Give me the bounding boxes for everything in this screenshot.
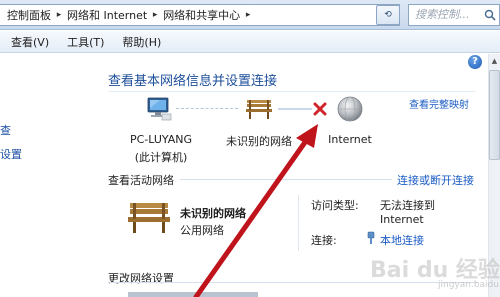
divider (298, 195, 299, 251)
full-map-link[interactable]: 查看完整映射 (409, 96, 469, 111)
chevron-right-icon[interactable]: ▸ (150, 10, 160, 20)
active-network-name[interactable]: 未识别的网络 (180, 205, 246, 221)
access-type-value: 无法连接到 (380, 199, 435, 212)
x-mark-icon[interactable] (313, 102, 327, 116)
refresh-icon: ⟲ (384, 10, 392, 20)
pc-sub-label: (此计算机) (134, 151, 188, 164)
address-bar: 控制面板 ▸ 网络和 Internet ▸ 网络和共享中心 ▸ ▼ ⟲ 搜索控制… (0, 0, 500, 30)
computer-icon[interactable] (146, 97, 172, 121)
divider (108, 282, 478, 283)
refresh-button[interactable]: ⟲ (376, 5, 400, 25)
help-icon[interactable]: ? (468, 55, 482, 69)
network-label: 未识别的网络 (226, 135, 292, 148)
section-change-settings: 更改网络设置 (108, 272, 174, 285)
breadcrumb[interactable]: 控制面板 ▸ 网络和 Internet ▸ 网络和共享中心 ▸ ▼ (0, 4, 400, 26)
setting-row-cutoff[interactable] (128, 292, 258, 297)
internet-label: Internet (328, 133, 372, 146)
menu-bar: 查看(V) 工具(T) 帮助(H) (0, 31, 500, 53)
breadcrumb-sharing-center[interactable]: 网络和共享中心 (160, 7, 243, 23)
divider (180, 179, 392, 180)
nav-link-view[interactable]: 查 (0, 122, 11, 138)
globe-icon[interactable] (337, 96, 363, 122)
scrollbar-thumb[interactable] (489, 70, 500, 160)
pc-name-label: PC-LUYANG (129, 133, 193, 146)
chevron-right-icon[interactable]: ▸ (243, 10, 253, 20)
menu-help[interactable]: 帮助(H) (113, 34, 170, 50)
divider (108, 91, 476, 92)
bench-icon[interactable] (245, 98, 273, 120)
page-title: 查看基本网络信息并设置连接 (108, 74, 278, 89)
chevron-right-icon[interactable]: ▸ (54, 10, 64, 20)
left-nav: 查 设置 (0, 54, 22, 297)
active-network-type[interactable]: 公用网络 (180, 222, 224, 238)
menu-view[interactable]: 查看(V) (0, 34, 58, 50)
section-active-networks: 查看活动网络 (108, 174, 174, 187)
watermark-url: jingyan.baidu.com (438, 280, 500, 290)
search-placeholder: 搜索控制... (415, 8, 470, 21)
breadcrumb-control-panel[interactable]: 控制面板 (4, 7, 54, 23)
breadcrumb-network-internet[interactable]: 网络和 Internet (64, 7, 150, 23)
scroll-up-button[interactable]: ▲ (489, 55, 500, 67)
local-connection-link[interactable]: 本地连接 (380, 232, 424, 248)
search-input[interactable]: 搜索控制... (408, 4, 500, 26)
nav-link-settings[interactable]: 设置 (0, 146, 22, 162)
access-type-value-2: Internet (380, 213, 424, 226)
connection-label: 连接: (311, 234, 337, 247)
connect-disconnect-link[interactable]: 连接或断开连接 (397, 172, 474, 188)
bench-icon (128, 203, 170, 233)
connection-line (278, 108, 312, 110)
access-type-label: 访问类型: (311, 199, 359, 212)
connection-line (176, 108, 238, 109)
connection-icon (367, 231, 375, 244)
search-icon[interactable] (484, 9, 496, 21)
menu-tools[interactable]: 工具(T) (58, 34, 113, 50)
